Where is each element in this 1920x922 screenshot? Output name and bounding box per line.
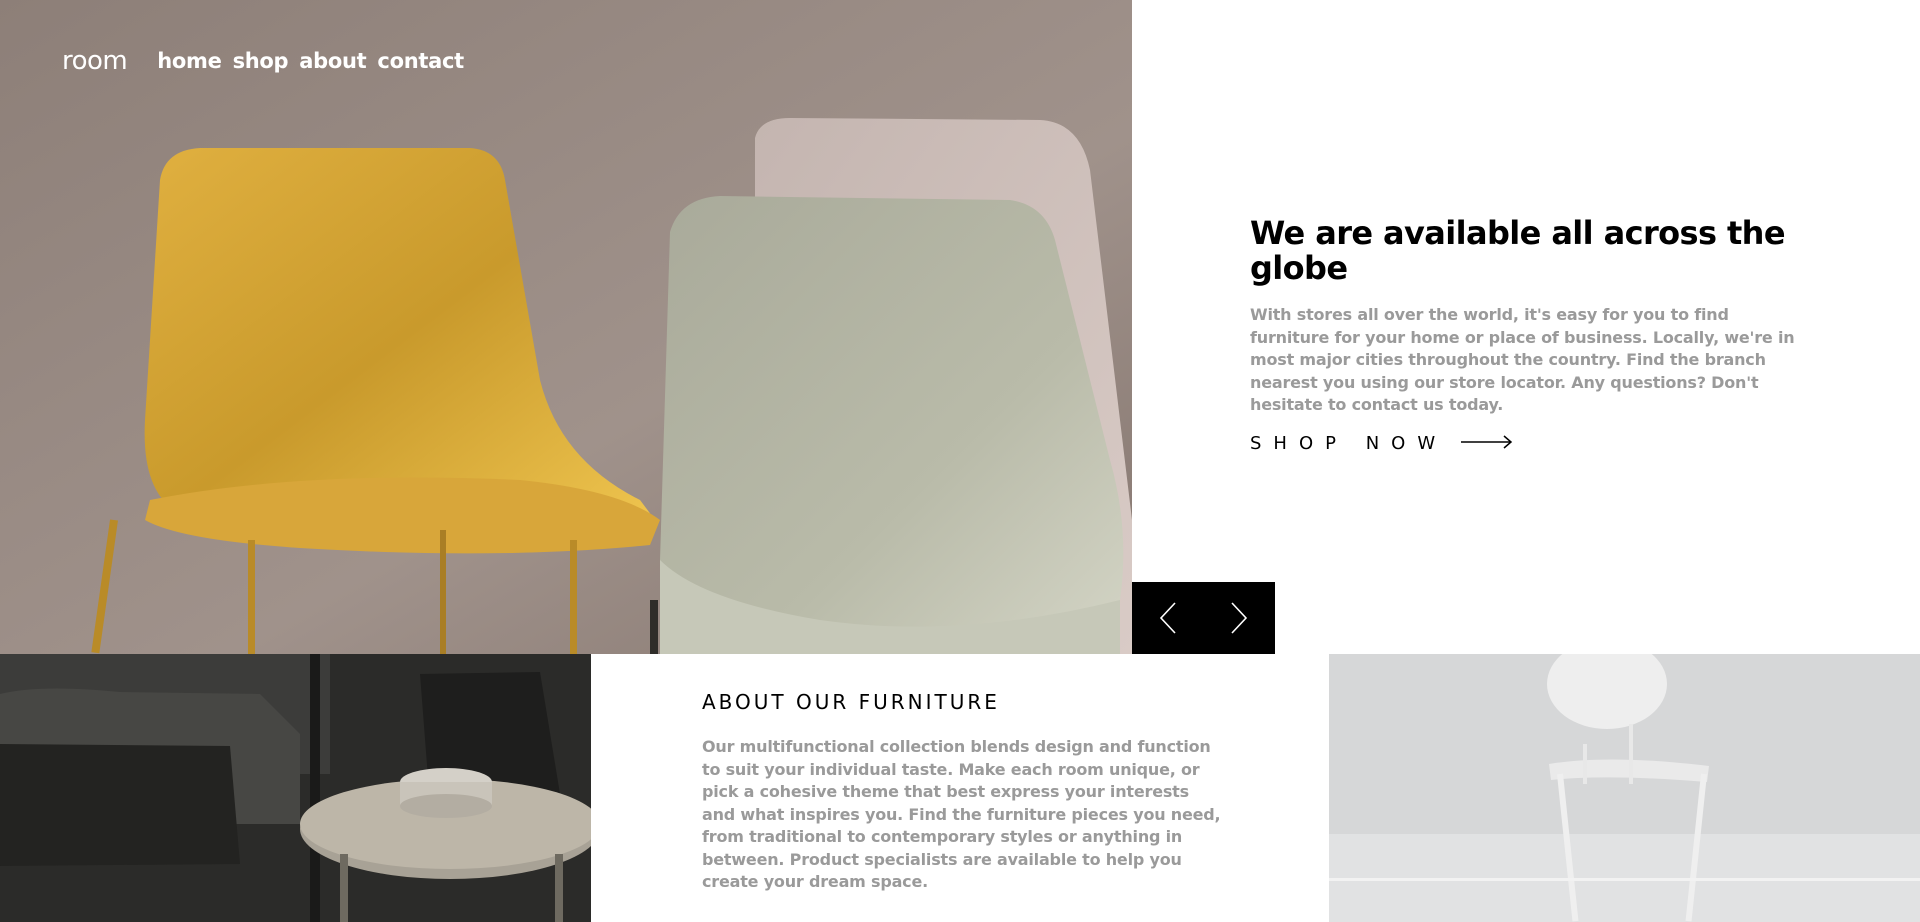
chevron-left-icon [1159, 602, 1176, 634]
page: room home shop about contact We are avai… [0, 0, 1920, 922]
nav-link-shop[interactable]: shop [233, 49, 289, 73]
white-chair-illustration [1329, 654, 1920, 922]
about-image-dark [0, 654, 591, 922]
logo[interactable]: room [62, 46, 128, 76]
hero-title: We are available all across the globe [1250, 214, 1786, 287]
about-content: ABOUT OUR FURNITURE Our multifunctional … [702, 690, 1222, 894]
nav-links: home shop about contact [157, 49, 464, 73]
about-image-light [1329, 654, 1920, 922]
slider-controls [1132, 582, 1275, 654]
chevron-right-icon [1231, 602, 1248, 634]
chairs-illustration [0, 0, 1132, 654]
nav-link-home[interactable]: home [157, 49, 222, 73]
nav-link-contact[interactable]: contact [377, 49, 464, 73]
about-title: ABOUT OUR FURNITURE [702, 690, 1000, 714]
shop-now-link[interactable]: SHOP NOW [1250, 433, 1810, 454]
hero-image: room home shop about contact [0, 0, 1132, 654]
top-nav: room home shop about contact [62, 46, 464, 76]
hero-description: With stores all over the world, it's eas… [1250, 305, 1795, 414]
living-room-illustration [0, 654, 591, 922]
slider-prev-button[interactable] [1132, 582, 1204, 654]
shop-now-label: SHOP NOW [1250, 432, 1448, 454]
hero-content: We are available all across the globe Wi… [1250, 216, 1810, 454]
nav-link-about[interactable]: about [299, 49, 366, 73]
slider-next-button[interactable] [1204, 582, 1276, 654]
about-description: Our multifunctional collection blends de… [702, 737, 1221, 891]
arrow-right-icon [1461, 434, 1513, 453]
